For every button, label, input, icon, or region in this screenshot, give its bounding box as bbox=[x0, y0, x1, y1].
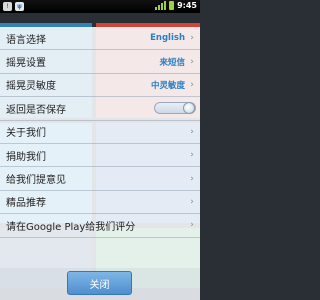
setting-rate[interactable]: 请在Google Play给我们评分 › bbox=[0, 214, 200, 238]
setting-label: 精品推荐 bbox=[6, 198, 46, 210]
setting-label: 摇晃灵敏度 bbox=[6, 81, 56, 93]
setting-value: 来短信 bbox=[159, 57, 185, 68]
chevron-right-icon: › bbox=[190, 56, 194, 67]
status-bar: ! ψ 9:45 bbox=[0, 0, 200, 13]
chevron-right-icon: › bbox=[190, 220, 194, 231]
setting-sensitivity[interactable]: 摇晃灵敏度 中灵敏度 › bbox=[0, 74, 200, 98]
chevron-right-icon: › bbox=[190, 33, 194, 44]
chevron-right-icon: › bbox=[190, 196, 194, 207]
setting-value: English bbox=[150, 33, 185, 44]
setting-label: 请在Google Play给我们评分 bbox=[6, 221, 136, 233]
setting-donate[interactable]: 捐助我们 › bbox=[0, 144, 200, 168]
setting-back-save: 返回是否保存 bbox=[0, 97, 200, 121]
settings-panel: 语言选择 English › 摇晃设置 来短信 › 摇晃灵敏度 中灵敏度 › 返… bbox=[0, 27, 200, 268]
setting-label: 返回是否保存 bbox=[6, 104, 66, 116]
bottom-bar: 关闭 bbox=[0, 268, 200, 300]
usb-icon: ψ bbox=[15, 2, 24, 11]
warning-icon: ! bbox=[3, 2, 12, 11]
chevron-right-icon: › bbox=[190, 79, 194, 90]
battery-icon bbox=[169, 1, 175, 10]
setting-label: 关于我们 bbox=[6, 128, 46, 140]
setting-label: 给我们提意见 bbox=[6, 175, 66, 187]
setting-shake[interactable]: 摇晃设置 来短信 › bbox=[0, 50, 200, 74]
status-right-icons: 9:45 bbox=[155, 1, 197, 10]
signal-icon bbox=[155, 1, 167, 10]
status-left-icons: ! ψ bbox=[3, 2, 24, 11]
setting-about[interactable]: 关于我们 › bbox=[0, 121, 200, 144]
setting-label: 捐助我们 bbox=[6, 151, 46, 163]
chevron-right-icon: › bbox=[190, 126, 194, 137]
back-save-toggle[interactable] bbox=[154, 102, 196, 115]
setting-language[interactable]: 语言选择 English › bbox=[0, 27, 200, 51]
setting-label: 摇晃设置 bbox=[6, 58, 46, 70]
setting-recommend[interactable]: 精品推荐 › bbox=[0, 191, 200, 215]
chevron-right-icon: › bbox=[190, 173, 194, 184]
setting-value: 中灵敏度 bbox=[150, 80, 185, 91]
chevron-right-icon: › bbox=[190, 150, 194, 161]
status-time: 9:45 bbox=[177, 1, 197, 10]
toggle-knob bbox=[183, 102, 195, 115]
close-button[interactable]: 关闭 bbox=[67, 271, 132, 295]
setting-feedback[interactable]: 给我们提意见 › bbox=[0, 167, 200, 191]
setting-label: 语言选择 bbox=[6, 34, 46, 46]
